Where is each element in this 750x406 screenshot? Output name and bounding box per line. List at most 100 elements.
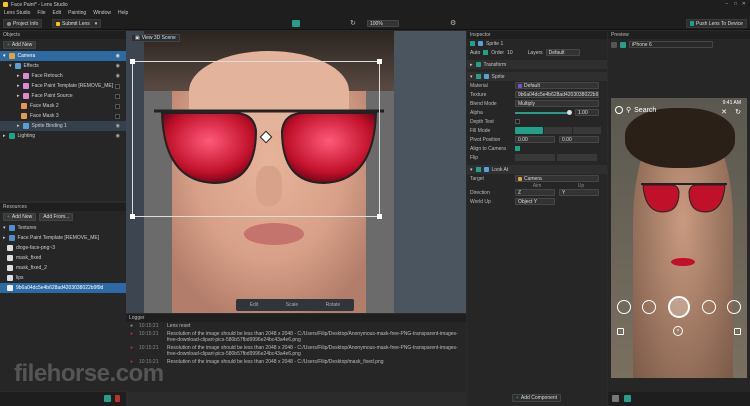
tree-item-face-paint-template[interactable]: ▸ Face Paint Template [REMOVE_ME] bbox=[0, 81, 126, 91]
zoom-select[interactable]: 100% bbox=[367, 20, 399, 27]
look-at-enabled-checkbox[interactable] bbox=[475, 167, 481, 172]
menu-file[interactable]: File bbox=[37, 10, 45, 16]
texture-field[interactable]: 9b6a04dc5e4b628ad4203038022b9f9d bbox=[515, 91, 599, 98]
device-select[interactable]: iPhone 6 bbox=[629, 41, 713, 48]
corner-handle[interactable] bbox=[130, 59, 135, 64]
corner-handle[interactable] bbox=[377, 214, 382, 219]
screen-icon[interactable] bbox=[292, 20, 300, 27]
fill-mode-fit-button[interactable] bbox=[544, 127, 572, 134]
lens-option[interactable] bbox=[616, 300, 631, 314]
alpha-slider-knob[interactable] bbox=[567, 109, 572, 115]
corner-handle[interactable] bbox=[377, 59, 382, 64]
corner-handle[interactable] bbox=[130, 214, 135, 219]
tree-item-face-retouch[interactable]: ▸ Face Retouch ◉ bbox=[0, 71, 126, 81]
fill-mode-stretch-button[interactable] bbox=[515, 127, 543, 134]
refresh-icon[interactable]: ↻ bbox=[350, 19, 356, 27]
resource-folder-textures[interactable]: ▾ Textures bbox=[0, 223, 126, 233]
stories-icon[interactable] bbox=[734, 328, 741, 335]
target-field[interactable]: Camera bbox=[515, 175, 599, 182]
chevron-down-icon[interactable]: ▾ bbox=[95, 21, 98, 27]
blend-mode-select[interactable]: Multiply bbox=[515, 100, 599, 107]
depth-test-checkbox[interactable] bbox=[515, 119, 520, 124]
visibility-icon[interactable]: ◉ bbox=[116, 53, 120, 59]
material-field[interactable]: Default bbox=[515, 82, 599, 89]
resources-add-new-button[interactable]: + Add New bbox=[3, 213, 37, 221]
layers-select[interactable]: Default bbox=[545, 49, 580, 56]
visibility-checkbox[interactable] bbox=[115, 103, 120, 109]
visibility-icon[interactable]: ◉ bbox=[116, 123, 120, 129]
rotate-control[interactable]: Rotate bbox=[326, 302, 341, 308]
visibility-checkbox[interactable] bbox=[115, 113, 120, 119]
error-icon[interactable] bbox=[115, 395, 120, 402]
world-up-select[interactable]: Object Y bbox=[515, 198, 555, 205]
console-icon[interactable] bbox=[104, 395, 111, 402]
flip-vertical-button[interactable] bbox=[557, 154, 597, 161]
tree-item-camera[interactable]: ▾ Camera ◉ bbox=[0, 51, 126, 61]
sprite-section-header[interactable]: ▾ Sprite bbox=[467, 72, 607, 81]
menu-window[interactable]: Window bbox=[93, 10, 111, 16]
resource-item[interactable]: dioge-face-png~3 bbox=[0, 243, 126, 253]
menu-edit[interactable]: Edit bbox=[52, 10, 61, 16]
profile-circle-icon[interactable] bbox=[615, 106, 623, 114]
flip-horizontal-button[interactable] bbox=[515, 154, 555, 161]
view-3d-scene-button[interactable]: ▣ View 3D Scene bbox=[131, 34, 180, 42]
flash-icon[interactable]: ✕ bbox=[721, 108, 727, 116]
look-at-section-header[interactable]: ▾ Look At bbox=[467, 165, 607, 174]
menu-painting[interactable]: Painting bbox=[68, 10, 86, 16]
tree-item-face-mask-3[interactable]: Face Mask 3 bbox=[0, 111, 126, 121]
minimize-button[interactable]: – bbox=[725, 1, 728, 7]
pivot-y-field[interactable]: 0.00 bbox=[559, 136, 599, 143]
submit-lens-button[interactable]: Submit Lens ▾ bbox=[52, 19, 102, 28]
alpha-slider[interactable] bbox=[515, 109, 572, 115]
maximize-button[interactable]: □ bbox=[734, 1, 737, 7]
selection-box[interactable] bbox=[130, 59, 382, 219]
resources-add-from-button[interactable]: Add From... bbox=[39, 213, 74, 221]
alpha-field[interactable]: 1.00 bbox=[575, 109, 599, 116]
objects-add-new-button[interactable]: + Add New bbox=[3, 41, 37, 49]
sprite-enabled-checkbox[interactable] bbox=[475, 74, 481, 79]
tree-item-effects[interactable]: ▾ Effects ◉ bbox=[0, 61, 126, 71]
lens-option[interactable] bbox=[642, 300, 657, 314]
transform-section-header[interactable]: ▸ Transform bbox=[467, 60, 607, 69]
pivot-x-field[interactable]: 0.00 bbox=[515, 136, 555, 143]
record-icon[interactable] bbox=[624, 395, 631, 402]
visibility-checkbox[interactable] bbox=[115, 83, 120, 89]
close-lens-icon[interactable]: × bbox=[673, 326, 683, 336]
resource-item[interactable]: ▸ Face Paint Template [REMOVE_ME] bbox=[0, 233, 126, 243]
menu-help[interactable]: Help bbox=[118, 10, 128, 16]
close-button[interactable]: ✕ bbox=[742, 1, 746, 7]
scene-viewport[interactable]: ▣ View 3D Scene Edit Scale Rotate bbox=[126, 31, 466, 313]
device-icon[interactable] bbox=[620, 41, 626, 48]
resource-item[interactable]: mask_fixed bbox=[0, 253, 126, 263]
edit-control[interactable]: Edit bbox=[250, 302, 259, 308]
tree-item-sprite-binding[interactable]: ▸ Sprite Binding 1 ◉ bbox=[0, 121, 126, 131]
visibility-icon[interactable]: ◉ bbox=[116, 63, 120, 69]
project-info-button[interactable]: Project Info bbox=[3, 19, 43, 28]
lens-option[interactable] bbox=[701, 300, 716, 314]
visibility-icon[interactable]: ◉ bbox=[116, 133, 120, 139]
capture-button[interactable] bbox=[667, 296, 690, 318]
flip-camera-icon[interactable]: ↻ bbox=[735, 108, 741, 116]
settings-icon[interactable]: ⚙ bbox=[450, 19, 456, 27]
visibility-checkbox[interactable] bbox=[115, 93, 120, 99]
resource-item[interactable]: lips bbox=[0, 273, 126, 283]
scale-control[interactable]: Scale bbox=[286, 302, 299, 308]
screenshot-icon[interactable] bbox=[612, 395, 619, 402]
align-camera-checkbox[interactable] bbox=[515, 146, 520, 151]
menu-lens-studio[interactable]: Lens Studio bbox=[4, 10, 30, 16]
resource-item-selected[interactable]: 9b6a04dc5e4b628ad4203038022b9f9d bbox=[0, 283, 126, 293]
search-bar[interactable]: ⚲ Search bbox=[615, 106, 656, 114]
auto-checkbox[interactable] bbox=[483, 50, 489, 55]
resource-item[interactable]: mask_fixed_2 bbox=[0, 263, 126, 273]
swap-icon[interactable] bbox=[611, 41, 617, 48]
memories-icon[interactable] bbox=[617, 328, 624, 335]
add-component-button[interactable]: + Add Component bbox=[512, 394, 562, 402]
direction-up-select[interactable]: Y bbox=[559, 189, 599, 196]
fill-mode-fill-button[interactable] bbox=[573, 127, 601, 134]
order-value[interactable]: 10 bbox=[507, 50, 513, 56]
phone-preview[interactable]: 9:41 AM ⚲ Search ↻ ✕ × bbox=[611, 98, 747, 378]
tree-item-lighting[interactable]: ▸ Lighting ◉ bbox=[0, 131, 126, 141]
lens-option[interactable] bbox=[727, 300, 742, 314]
tree-item-face-paint-source[interactable]: ▸ Face Paint Source bbox=[0, 91, 126, 101]
direction-aim-select[interactable]: Z bbox=[515, 189, 555, 196]
